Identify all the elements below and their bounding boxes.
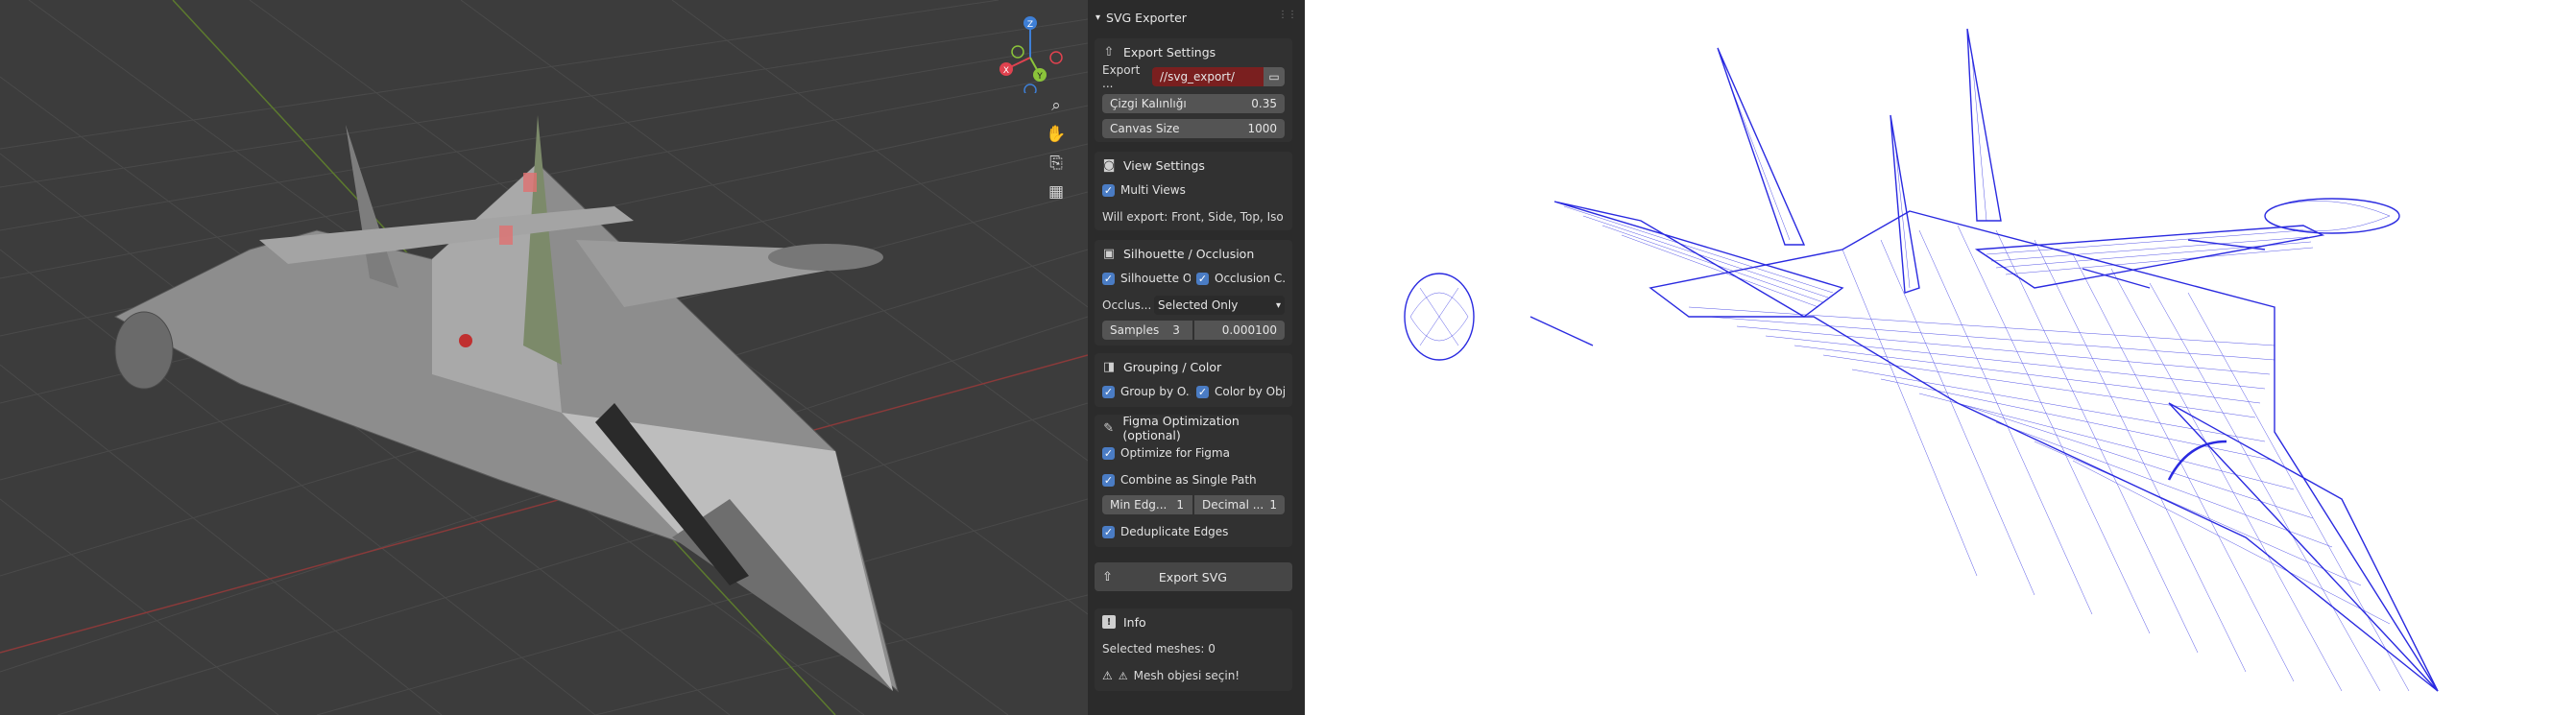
samples-label: Samples (1110, 323, 1160, 337)
will-export-text: Will export: Front, Side, Top, Iso (1102, 210, 1284, 224)
export-svg-button[interactable]: ⇧ Export SVG (1095, 562, 1292, 591)
multi-views-label: Multi Views (1120, 183, 1186, 197)
view-settings-section: ◙ View Settings ✓ Multi Views Will export:… (1095, 152, 1292, 230)
viewport-grid (0, 0, 1088, 715)
export-svg-label: Export SVG (1158, 569, 1227, 584)
silhouette-label: Silhouette O... (1120, 272, 1191, 285)
threshold-value: 0.000100 (1221, 323, 1277, 337)
silhouette-header: Silhouette / Occlusion (1123, 246, 1255, 261)
occlusion-mode-dropdown[interactable]: Selected Only ▾ (1154, 296, 1285, 315)
min-edge-field[interactable]: Min Edg... 1 (1102, 495, 1192, 514)
camera-icon[interactable]: ⎘ (1042, 149, 1071, 178)
cube-icon: ▣ (1102, 246, 1116, 261)
dedupe-label: Deduplicate Edges (1120, 525, 1229, 538)
min-edge-value: 1 (1176, 498, 1185, 512)
grid-view-icon[interactable]: ▦ (1042, 178, 1071, 206)
checkmark-icon: ✓ (1102, 525, 1115, 538)
navigation-gizmo[interactable]: Z X Y (984, 12, 1088, 93)
occlusion-mode-value: Selected Only (1158, 298, 1239, 312)
combine-single-path-checkbox[interactable]: ✓ Combine as Single Path (1102, 473, 1257, 487)
checkmark-icon: ✓ (1102, 272, 1115, 285)
line-thickness-label: Çizgi Kalınlığı (1110, 97, 1187, 110)
export-icon: ⇧ (1102, 569, 1113, 584)
chevron-down-icon[interactable]: ▾ (1095, 12, 1100, 23)
jet-model[interactable] (113, 115, 899, 693)
canvas-size-value: 1000 (1247, 122, 1277, 135)
export-path-label: Export ... (1102, 63, 1141, 90)
silhouette-occlusion-section: ▣ Silhouette / Occlusion ✓ Silhouette O...… (1095, 240, 1292, 346)
optimize-figma-label: Optimize for Figma (1120, 446, 1230, 460)
hand-pan-icon[interactable]: ✋ (1042, 120, 1071, 149)
line-thickness-field[interactable]: Çizgi Kalınlığı 0.35 (1102, 94, 1285, 113)
checkmark-icon: ✓ (1196, 385, 1209, 398)
checkmark-icon: ✓ (1102, 473, 1115, 487)
color-by-object-checkbox[interactable]: ✓ Color by Obj... (1196, 385, 1285, 398)
color-by-label: Color by Obj... (1215, 385, 1285, 398)
threshold-field[interactable]: 0.000100 (1194, 321, 1285, 340)
folder-icon[interactable]: ▭ (1264, 67, 1285, 86)
canvas-size-field[interactable]: Canvas Size 1000 (1102, 119, 1285, 138)
canvas-size-label: Canvas Size (1110, 122, 1180, 135)
pen-icon: ✎ (1103, 420, 1115, 436)
info-header: Info (1123, 614, 1146, 630)
grouping-color-section: ◨ Grouping / Color ✓ Group by O... ✓ Color … (1095, 353, 1292, 407)
checkmark-icon: ✓ (1102, 385, 1115, 398)
svg-exporter-panel: ▾ SVG Exporter ⋮⋮ ⇧ Export Settings Expor… (1088, 0, 1305, 715)
3d-viewport[interactable]: Z X Y ⌕ ✋ ⎘ ▦ (0, 0, 1088, 715)
wireframe-drawing (1404, 28, 2439, 692)
gizmo-z-label: Z (1027, 20, 1033, 30)
gizmo-y-label: Y (1036, 72, 1043, 82)
grouping-header: Grouping / Color (1123, 359, 1222, 374)
gizmo-x-label: X (1003, 66, 1009, 76)
line-thickness-value: 0.35 (1251, 97, 1277, 110)
export-icon: ⇧ (1103, 44, 1115, 60)
deduplicate-edges-checkbox[interactable]: ✓ Deduplicate Edges (1102, 525, 1228, 538)
view-settings-header: View Settings (1123, 157, 1205, 173)
color-palette-icon: ◨ (1102, 359, 1116, 374)
export-settings-section: ⇧ Export Settings Export ... //svg_export… (1095, 38, 1292, 142)
multi-views-checkbox[interactable]: ✓ Multi Views (1102, 183, 1186, 197)
export-settings-header: Export Settings (1123, 44, 1216, 60)
svg-wireframe-preview (1305, 0, 2576, 715)
optimize-figma-checkbox[interactable]: ✓ Optimize for Figma (1102, 446, 1230, 460)
checkmark-icon: ✓ (1102, 183, 1115, 197)
samples-field[interactable]: Samples 3 (1102, 321, 1192, 340)
drag-handle-icon[interactable]: ⋮⋮ (1278, 10, 1297, 20)
group-by-object-checkbox[interactable]: ✓ Group by O... (1102, 385, 1191, 398)
export-path-field[interactable]: //svg_export/ (1152, 67, 1264, 86)
checkmark-icon: ✓ (1196, 272, 1209, 285)
panel-title: SVG Exporter (1106, 10, 1187, 25)
combine-label: Combine as Single Path (1120, 473, 1257, 487)
export-path-value: //svg_export/ (1160, 70, 1235, 83)
decimal-field[interactable]: Decimal ... 1 (1194, 495, 1285, 514)
min-edge-label: Min Edg... (1110, 498, 1168, 512)
info-section: ! Info Selected meshes: 0 ⚠ ⚠ Mesh objesi… (1095, 608, 1292, 691)
warning-icon: ⚠ (1102, 669, 1113, 682)
panel-header[interactable]: ▾ SVG Exporter (1095, 8, 1187, 27)
chevron-down-icon: ▾ (1275, 299, 1281, 311)
zoom-icon[interactable]: ⌕ (1042, 91, 1071, 120)
decimal-label: Decimal ... (1202, 498, 1264, 512)
figma-header: Figma Optimization (optional) (1122, 414, 1240, 442)
figma-optimization-section: ✎ Figma Optimization (optional) ✓ Optimize… (1095, 414, 1292, 547)
camera-view-icon: ◙ (1102, 157, 1116, 173)
occlusion-label: Occlusion C... (1215, 272, 1285, 285)
occlusion-checkbox[interactable]: ✓ Occlusion C... (1196, 272, 1285, 285)
warning-text: Mesh objesi seçin! (1133, 669, 1240, 682)
selected-meshes-text: Selected meshes: 0 (1102, 642, 1216, 655)
group-by-label: Group by O... (1120, 385, 1191, 398)
checkmark-icon: ✓ (1102, 446, 1115, 460)
warning-icon: ⚠ (1118, 669, 1128, 682)
silhouette-checkbox[interactable]: ✓ Silhouette O... (1102, 272, 1191, 285)
info-icon: ! (1102, 615, 1116, 629)
samples-value: 3 (1172, 323, 1180, 337)
decimal-value: 1 (1269, 498, 1277, 512)
occlusion-mode-label: Occlus... (1102, 298, 1152, 312)
